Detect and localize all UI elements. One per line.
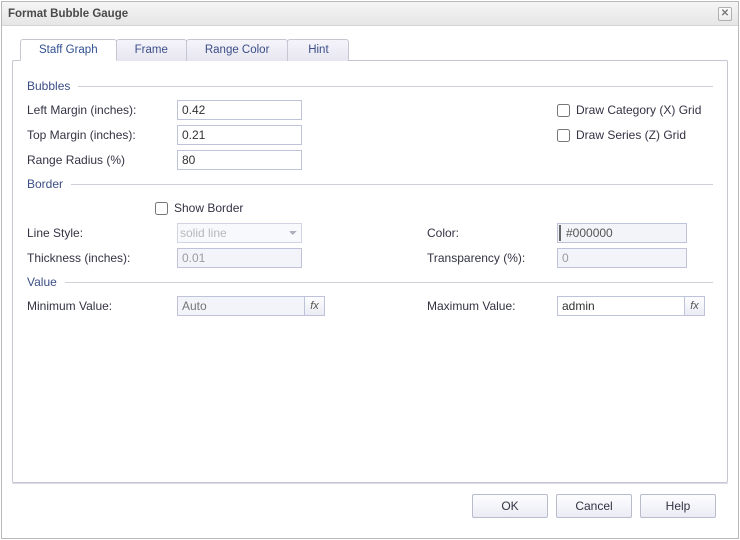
section-rule [65,282,713,283]
dialog-body: Staff Graph Frame Range Color Hint Bubbl… [2,26,738,538]
max-value-wrap: fx [557,296,707,316]
close-icon: ✕ [721,9,729,19]
dialog-window: Format Bubble Gauge ✕ Staff Graph Frame … [1,1,739,539]
tab-panel: Bubbles Left Margin (inches): Draw Categ… [12,60,728,483]
checkbox-draw-x-grid-input[interactable] [557,104,570,117]
input-top-margin[interactable] [177,125,302,145]
checkbox-draw-x-grid[interactable]: Draw Category (X) Grid [557,103,737,117]
tab-staff-graph[interactable]: Staff Graph [20,39,117,61]
section-label: Bubbles [27,79,78,93]
checkbox-show-border[interactable]: Show Border [155,201,327,215]
cancel-button[interactable]: Cancel [556,494,632,518]
row-top-margin: Top Margin (inches): Draw Series (Z) Gri… [27,124,713,146]
row-value: Minimum Value: fx Maximum Value: fx [27,295,713,317]
section-rule [71,184,713,185]
section-label: Border [27,177,71,191]
dialog-footer: OK Cancel Help [12,483,728,528]
help-button[interactable]: Help [640,494,716,518]
tab-hint[interactable]: Hint [287,39,349,61]
label-max-value: Maximum Value: [427,299,557,313]
section-border: Border [27,177,713,191]
input-range-radius[interactable] [177,150,302,170]
input-max-value[interactable] [557,296,685,316]
label-line-style: Line Style: [27,226,177,240]
checkbox-show-border-input[interactable] [155,202,168,215]
checkbox-draw-z-grid[interactable]: Draw Series (Z) Grid [557,128,737,142]
section-value: Value [27,275,713,289]
input-color-hex [562,224,723,242]
window-title: Format Bubble Gauge [8,2,128,26]
checkbox-draw-z-grid-input[interactable] [557,129,570,142]
color-swatch-icon [559,225,561,241]
label-left-margin: Left Margin (inches): [27,103,177,117]
label-color: Color: [427,226,557,240]
fx-button-min[interactable]: fx [305,296,325,316]
label-range-radius: Range Radius (%) [27,153,177,167]
tab-frame[interactable]: Frame [116,39,187,61]
row-line-style: Line Style: solid line Color: [27,222,713,244]
row-range-radius: Range Radius (%) [27,149,713,171]
input-transparency[interactable] [557,248,687,268]
row-left-margin: Left Margin (inches): Draw Category (X) … [27,99,713,121]
close-button[interactable]: ✕ [718,7,732,21]
tab-range-color[interactable]: Range Color [186,39,289,61]
label-transparency: Transparency (%): [427,251,557,265]
input-min-value[interactable] [177,296,305,316]
min-value-wrap: fx [177,296,327,316]
title-bar: Format Bubble Gauge ✕ [2,2,738,26]
section-label: Value [27,275,65,289]
row-show-border: Show Border [27,197,713,219]
label-thickness: Thickness (inches): [27,251,177,265]
section-rule [78,86,713,87]
select-line-style[interactable]: solid line [177,223,302,243]
label-top-margin: Top Margin (inches): [27,128,177,142]
input-left-margin[interactable] [177,100,302,120]
input-color[interactable] [557,223,687,243]
checkbox-show-border-label: Show Border [174,201,243,215]
section-bubbles: Bubbles [27,79,713,93]
label-min-value: Minimum Value: [27,299,177,313]
row-thickness: Thickness (inches): Transparency (%): [27,247,713,269]
tabs-row: Staff Graph Frame Range Color Hint [20,38,728,60]
ok-button[interactable]: OK [472,494,548,518]
input-thickness[interactable] [177,248,302,268]
fx-button-max[interactable]: fx [685,296,705,316]
checkbox-draw-x-grid-label: Draw Category (X) Grid [576,103,701,117]
checkbox-draw-z-grid-label: Draw Series (Z) Grid [576,128,686,142]
